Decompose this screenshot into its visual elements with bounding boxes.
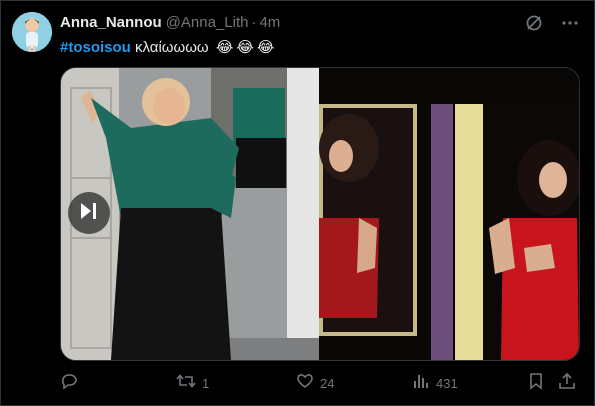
separator-dot: · <box>251 14 257 31</box>
video-left-pane <box>61 68 319 360</box>
laughing-emoji: 😂 <box>215 38 234 56</box>
tweet-header: Anna_Nannou @Anna_Lith · 4m <box>60 14 535 32</box>
tweet-top-actions <box>525 14 579 32</box>
video-player[interactable] <box>60 67 580 361</box>
hashtag-link[interactable]: #tosoisou <box>60 39 131 56</box>
share-icon <box>558 372 576 396</box>
display-name[interactable]: Anna_Nannou <box>60 14 162 31</box>
tweet-body-text: κλαίωωωω <box>135 39 209 56</box>
reply-button[interactable] <box>60 372 78 396</box>
retweet-icon <box>176 372 196 396</box>
retweet-count: 1 <box>202 376 210 391</box>
views-button[interactable]: 431 <box>412 372 458 396</box>
heart-icon <box>296 372 314 396</box>
user-handle[interactable]: @Anna_Lith <box>166 14 249 31</box>
laughing-emoji: 😂 <box>256 38 275 56</box>
bookmark-button[interactable] <box>528 372 544 396</box>
retweet-button[interactable]: 1 <box>176 372 209 396</box>
timestamp[interactable]: 4m <box>259 14 280 31</box>
grok-icon[interactable] <box>525 14 543 32</box>
play-pause-button[interactable] <box>68 192 110 234</box>
avatar[interactable] <box>12 12 52 52</box>
view-count: 431 <box>436 376 458 391</box>
tweet-actions: 1 24 431 <box>60 372 579 392</box>
views-bar-chart-icon <box>412 372 430 396</box>
laughing-emoji: 😂 <box>236 38 254 56</box>
video-right-pane <box>319 68 579 360</box>
play-pause-icon <box>79 202 99 225</box>
share-button[interactable] <box>558 372 576 396</box>
bookmark-icon <box>528 372 544 396</box>
like-count: 24 <box>320 376 335 391</box>
like-button[interactable]: 24 <box>296 372 334 396</box>
reply-icon <box>60 372 78 396</box>
tweet-text: #tosoisou κλαίωωωω 😂 😂 😂 <box>60 37 274 58</box>
more-options-icon[interactable] <box>561 14 579 32</box>
